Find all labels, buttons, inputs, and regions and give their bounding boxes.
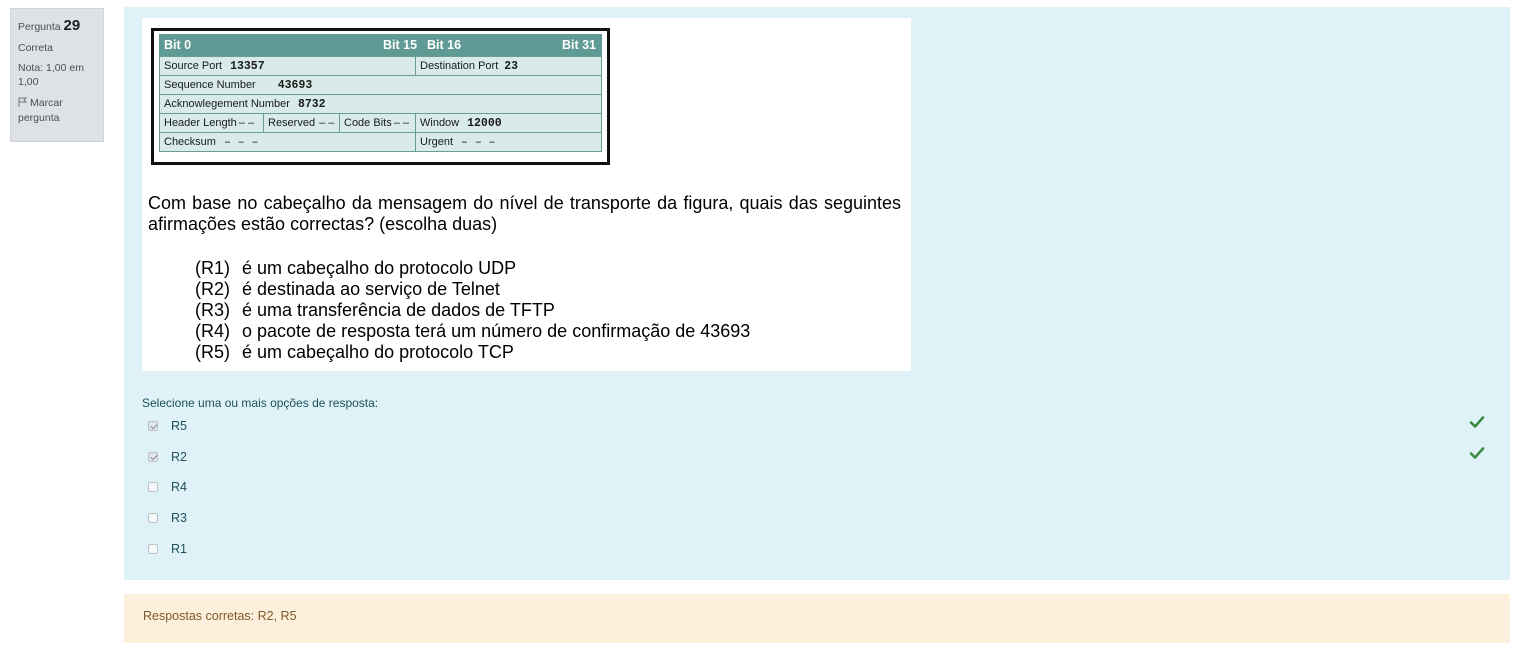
tcp-fields-table: Source Port 13357 Destination Port 23 Sequ…: [159, 56, 602, 152]
table-row: Checksum – – – Urgent – – –: [159, 132, 602, 152]
list-item: (R5) é um cabeçalho do protocolo TCP: [195, 342, 750, 363]
flag-icon: [18, 97, 27, 108]
statement-text: é destinada ao serviço de Telnet: [242, 279, 500, 299]
list-item: (R2) é destinada ao serviço de Telnet: [195, 279, 750, 300]
answer-checkbox[interactable]: [148, 513, 158, 523]
answer-label: R3: [171, 511, 187, 525]
question-number: 29: [63, 17, 81, 34]
bit0-label: Bit 0: [164, 38, 192, 52]
bit16-label: Bit 16: [427, 38, 462, 52]
sequence-number-cell: Sequence Number 43693: [159, 75, 602, 95]
header-length-label: Header Length: [164, 117, 237, 129]
checksum-cell: Checksum – – –: [159, 132, 416, 152]
tcp-header-diagram: Bit 0 Bit 15 Bit 16 Bit 31 Source Port 13…: [151, 28, 610, 165]
destination-port-value: 23: [504, 59, 519, 73]
question-page: Pergunta 29 Correta Nota: 1,00 em 1,00 M…: [0, 0, 1526, 658]
sequence-number-label: Sequence Number: [164, 78, 256, 91]
statement-text: o pacote de resposta terá um número de c…: [242, 321, 751, 341]
statement-text: é um cabeçalho do protocolo UDP: [242, 258, 517, 278]
checksum-label: Checksum: [164, 135, 216, 148]
list-item: (R4) o pacote de resposta terá um número …: [195, 321, 750, 342]
source-port-cell: Source Port 13357: [159, 56, 416, 76]
window-label: Window: [420, 116, 460, 129]
statement-code: (R3): [195, 300, 230, 320]
statement-code: (R5): [195, 342, 230, 362]
statement-code: (R2): [195, 279, 230, 299]
answer-option-r3[interactable]: R3: [148, 509, 187, 527]
list-item: (R1) é um cabeçalho do protocolo UDP: [195, 258, 750, 279]
question-grade: Nota: 1,00 em 1,00: [18, 61, 84, 89]
table-row: Source Port 13357 Destination Port 23: [159, 56, 602, 76]
answer-option-r1[interactable]: R1: [148, 540, 187, 558]
question-info: Pergunta 29 Correta Nota: 1,00 em 1,00 M…: [10, 8, 104, 142]
answer-option-r5[interactable]: R5: [148, 417, 187, 435]
sequence-number-value: 43693: [277, 78, 313, 92]
ack-number-cell: Acknowlegement Number 8732: [159, 94, 602, 114]
statement-text: é um cabeçalho do protocolo TCP: [242, 342, 514, 362]
statement-text: é uma transferência de dados de TFTP: [242, 300, 555, 320]
list-item: (R3) é uma transferência de dados de TFTP: [195, 300, 750, 321]
table-row: Acknowlegement Number 8732: [159, 94, 602, 114]
answer-checkbox[interactable]: [148, 421, 158, 431]
answer-option-r2[interactable]: R2: [148, 448, 187, 466]
code-bits-value: – –: [393, 117, 409, 129]
urgent-label: Urgent: [420, 135, 454, 148]
header-length-value: – –: [238, 117, 255, 129]
source-port-label: Source Port: [164, 59, 223, 72]
statement-list: (R1) é um cabeçalho do protocolo UDP (R2)…: [195, 258, 750, 363]
answer-option-r4[interactable]: R4: [148, 478, 187, 496]
answer-label: R1: [171, 542, 187, 556]
question-figure: Bit 0 Bit 15 Bit 16 Bit 31 Source Port 13…: [142, 18, 911, 371]
question-status: Correta: [18, 42, 54, 54]
ack-number-label: Acknowlegement Number: [164, 97, 290, 110]
urgent-cell: Urgent – – –: [415, 132, 602, 152]
destination-port-cell: Destination Port 23: [415, 56, 602, 76]
statement-code: (R4): [195, 321, 230, 341]
bit-ruler: Bit 0 Bit 15 Bit 16 Bit 31: [159, 34, 602, 56]
window-cell: Window 12000: [415, 113, 602, 133]
window-value: 12000: [467, 116, 502, 130]
code-bits-cell: Code Bits – –: [339, 113, 416, 133]
answer-prompt: Selecione uma ou mais opções de resposta…: [142, 396, 379, 410]
check-icon: [1469, 447, 1485, 459]
answer-checkbox[interactable]: [148, 544, 158, 554]
code-bits-label: Code Bits: [344, 117, 392, 129]
table-row: Sequence Number 43693: [159, 75, 602, 95]
answer-label: R4: [171, 480, 187, 494]
flag-question-link[interactable]: Marcar pergunta: [18, 96, 96, 125]
ack-number-value: 8732: [297, 97, 326, 111]
question-label: Pergunta: [18, 21, 61, 33]
question-stem: Com base no cabeçalho da mensagem do nív…: [148, 193, 901, 234]
correct-answer-feedback: Respostas corretas: R2, R5: [124, 594, 1510, 643]
answer-checkbox[interactable]: [148, 452, 158, 462]
header-length-cell: Header Length – –: [159, 113, 264, 133]
statement-code: (R1): [195, 258, 230, 278]
urgent-value: – – –: [461, 135, 496, 149]
bit31-label: Bit 31: [561, 38, 596, 52]
answer-label: R2: [171, 450, 187, 464]
reserved-value: – –: [319, 117, 335, 129]
feedback-text: Respostas corretas: R2, R5: [143, 609, 297, 623]
answer-checkbox[interactable]: [148, 482, 158, 492]
source-port-value: 13357: [230, 59, 265, 73]
checksum-value: – – –: [223, 135, 259, 149]
table-row: Header Length – – Reserved – – Code Bits – …: [159, 113, 602, 133]
answer-label: R5: [171, 419, 187, 433]
bit15-label: Bit 15: [383, 38, 418, 52]
reserved-cell: Reserved – –: [263, 113, 340, 133]
check-icon: [1469, 416, 1485, 428]
question-number-row: Pergunta 29: [18, 15, 96, 36]
destination-port-label: Destination Port: [420, 59, 499, 72]
reserved-label: Reserved: [268, 117, 316, 129]
question-content: Bit 0 Bit 15 Bit 16 Bit 31 Source Port 13…: [124, 7, 1510, 580]
